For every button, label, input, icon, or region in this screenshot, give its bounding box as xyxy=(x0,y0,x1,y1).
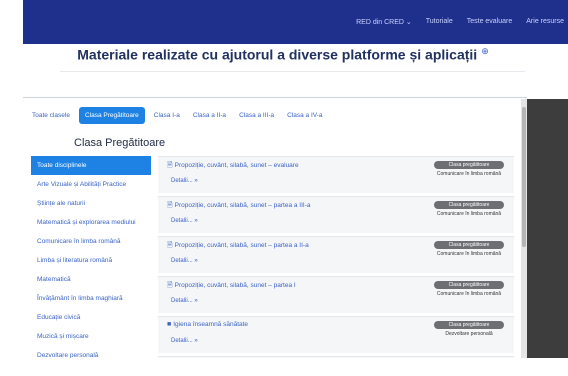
top-nav-links: RED din CRED ⌄ Tutoriale Teste evaluare … xyxy=(356,18,568,26)
tab-toate-clasele[interactable]: Toate clasele xyxy=(28,108,74,123)
sidebar-item-limba-literatura-romana[interactable]: Limba și literatura română xyxy=(31,251,151,270)
details-link[interactable]: Detalii... » xyxy=(171,258,198,264)
video-icon: ■ xyxy=(167,321,172,328)
document-icon: 🗎 xyxy=(167,202,173,209)
material-title-text: Propoziție, cuvânt, silabă, sunet – part… xyxy=(174,242,309,249)
sidebar-item-stiinte-naturii[interactable]: Științe ale naturii xyxy=(31,194,151,213)
class-badge: Clasa pregătitoare xyxy=(434,241,504,249)
subject-label: Dezvoltare personală xyxy=(445,331,493,337)
sidebar-item-matematica[interactable]: Matematică xyxy=(31,270,151,289)
class-badge: Clasa pregătitoare xyxy=(434,281,504,289)
page-title-text: Materiale realizate cu ajutorul a divers… xyxy=(77,46,478,63)
tab-clasa-pregatitoare[interactable]: Clasa Pregătitoare xyxy=(78,107,145,124)
section-heading: Clasa Pregătitoare xyxy=(74,137,166,149)
sidebar-item-invatamant-limba-maghiara[interactable]: Învățământ în limba maghiară xyxy=(31,289,151,308)
material-title-link[interactable]: 🗎 Propoziție, cuvânt, silabă, sunet – eva… xyxy=(167,161,299,172)
class-badge: Clasa pregătitoare xyxy=(434,161,504,169)
nav-link-teste-evaluare[interactable]: Teste evaluare xyxy=(467,18,513,26)
material-title-link[interactable]: 🗎 Propoziție, cuvânt, silabă, sunet – par… xyxy=(167,241,309,252)
tab-clasa-iii[interactable]: Clasa a III-a xyxy=(235,108,278,123)
document-icon: 🗎 xyxy=(167,282,173,289)
document-icon: 🗎 xyxy=(167,242,173,249)
panel-divider xyxy=(23,97,527,98)
class-tabs: Toate clasele Clasa Pregătitoare Clasa I… xyxy=(28,107,327,124)
material-title-link[interactable]: 🗎 Propoziție, cuvânt, silabă, sunet – par… xyxy=(167,201,311,212)
material-card: ■ Igiena înseamnă sănătate Detalii... » C… xyxy=(158,316,514,353)
material-title-text: Propoziție, cuvânt, silabă, sunet – part… xyxy=(174,202,311,209)
details-link[interactable]: Detalii... » xyxy=(171,338,198,344)
nav-link-arie-resurse[interactable]: Arie resurse xyxy=(526,18,564,26)
material-title-text: Igiena înseamnă sănătate xyxy=(173,321,249,328)
material-title-text: Propoziție, cuvânt, silabă, sunet – part… xyxy=(174,282,296,289)
document-icon: 🗎 xyxy=(167,162,173,169)
nav-link-tutoriale[interactable]: Tutoriale xyxy=(426,18,453,26)
sidebar-item-muzica-miscare[interactable]: Muzică și mișcare xyxy=(31,327,151,346)
material-title-link[interactable]: 🗎 Propoziție, cuvânt, silabă, sunet – par… xyxy=(167,281,296,292)
page-title: Materiale realizate cu ajutorul a divers… xyxy=(23,46,543,63)
sidebar-item-educatie-civica[interactable]: Educație civică xyxy=(31,308,151,327)
bottom-edge xyxy=(23,358,527,376)
subject-label: Comunicare în limba română xyxy=(436,291,502,297)
material-card: 🗎 Propoziție, cuvânt, silabă, sunet – par… xyxy=(158,196,514,233)
details-link[interactable]: Detalii... » xyxy=(171,178,198,184)
material-title-link[interactable]: ■ Igiena înseamnă sănătate xyxy=(167,321,248,328)
subject-sidebar: Toate disciplinele Arte Vizuale și Abili… xyxy=(31,156,151,365)
sidebar-item-comunicare-limba-romana[interactable]: Comunicare în limba română xyxy=(31,232,151,251)
material-card: 🗎 Propoziție, cuvânt, silabă, sunet – par… xyxy=(158,236,514,273)
sidebar-item-toate-disciplinele[interactable]: Toate disciplinele xyxy=(31,156,151,175)
subject-label: Comunicare în limba română xyxy=(436,251,502,257)
nav-link-red-din-cred[interactable]: RED din CRED ⌄ xyxy=(356,18,412,26)
material-card: 🗎 Propoziție, cuvânt, silabă, sunet – par… xyxy=(158,276,514,313)
tab-clasa-iv[interactable]: Clasa a IV-a xyxy=(283,108,326,123)
scrollbar-thumb[interactable] xyxy=(522,107,526,247)
materials-list: 🗎 Propoziție, cuvânt, silabă, sunet – eva… xyxy=(158,156,514,375)
sidebar-item-matematica-explorarea-mediului[interactable]: Matematică și explorarea mediului xyxy=(31,213,151,232)
subject-label: Comunicare în limba română xyxy=(436,211,502,217)
class-badge: Clasa pregătitoare xyxy=(434,321,504,329)
details-link[interactable]: Detalii... » xyxy=(171,218,198,224)
dark-side-panel xyxy=(521,99,568,358)
top-navbar: RED din CRED ⌄ Tutoriale Teste evaluare … xyxy=(23,0,568,44)
sidebar-item-arte-vizuale[interactable]: Arte Vizuale și Abilități Practice xyxy=(31,175,151,194)
material-title-text: Propoziție, cuvânt, silabă, sunet – eval… xyxy=(174,162,299,169)
class-badge: Clasa pregătitoare xyxy=(434,201,504,209)
tab-clasa-i[interactable]: Clasa I-a xyxy=(150,108,184,123)
subject-label: Comunicare în limba română xyxy=(436,171,502,177)
tab-clasa-ii[interactable]: Clasa a II-a xyxy=(189,108,230,123)
details-link[interactable]: Detalii... » xyxy=(171,298,198,304)
title-divider xyxy=(60,71,525,72)
material-card: 🗎 Propoziție, cuvânt, silabă, sunet – eva… xyxy=(158,156,514,193)
link-icon[interactable]: ⊕ xyxy=(481,46,489,56)
